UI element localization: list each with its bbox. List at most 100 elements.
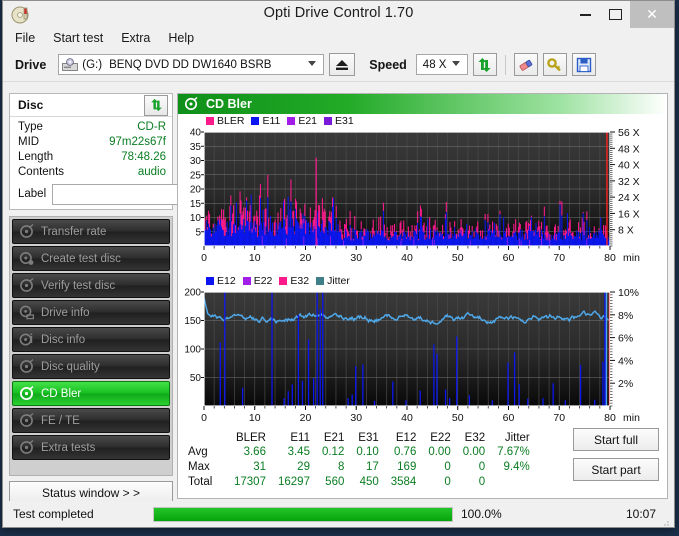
- progress-bar-fill: [154, 507, 452, 521]
- svg-text:24 X: 24 X: [618, 192, 640, 204]
- drive-label: Drive: [15, 57, 47, 72]
- disc-scan-icon: [19, 224, 34, 239]
- disc-row-length-value: 78:48.26: [121, 151, 166, 163]
- svg-text:40 X: 40 X: [618, 160, 640, 172]
- refresh-button[interactable]: [472, 53, 497, 76]
- disc-row-contents-key: Contents: [18, 166, 65, 178]
- legend-label: E22: [253, 275, 273, 287]
- stats-row-label: Total: [188, 476, 213, 488]
- svg-text:4%: 4%: [618, 355, 633, 367]
- stats-cell: 0: [444, 476, 451, 488]
- disc-row-mid: MID 97m22s67f: [18, 135, 166, 150]
- sidebar-item-cd-bler[interactable]: CD Bler: [12, 381, 170, 406]
- drive-select[interactable]: (G:) BENQ DVD DD DW1640 BSRB: [58, 54, 325, 75]
- disc-row-length-key: Length: [18, 151, 54, 163]
- svg-text:20: 20: [300, 412, 312, 424]
- action-buttons: Start full Start part: [573, 428, 659, 488]
- stats-cell: 17: [365, 461, 379, 473]
- stats-cell: 0: [444, 461, 451, 473]
- svg-text:40: 40: [190, 128, 202, 139]
- legend-item-e32: E32: [279, 275, 309, 287]
- sidebar-item-create-test-disc[interactable]: Create test disc: [12, 246, 170, 271]
- minimize-icon: [579, 13, 591, 16]
- sidebar-item-fe-te[interactable]: FE / TE: [12, 408, 170, 433]
- legend-label: E12: [217, 275, 236, 287]
- svg-text:50: 50: [452, 252, 464, 264]
- svg-text:0: 0: [201, 252, 207, 264]
- start-full-button[interactable]: Start full: [573, 428, 659, 451]
- legend-item-e22: E22: [242, 275, 273, 287]
- sidebar-item-disc-info[interactable]: Disc info: [12, 327, 170, 352]
- svg-text:15: 15: [190, 199, 202, 210]
- key-button[interactable]: [542, 53, 567, 76]
- menu-help[interactable]: Help: [168, 31, 194, 45]
- disc-refresh-button[interactable]: [144, 94, 168, 116]
- sidebar-item-drive-info[interactable]: Drive info: [12, 300, 170, 325]
- svg-text:56 X: 56 X: [618, 128, 640, 139]
- disc-bler-icon: [19, 386, 34, 401]
- sidebar-item-verify-test-disc[interactable]: Verify test disc: [12, 273, 170, 298]
- sidebar-item-extra-tests[interactable]: Extra tests: [12, 435, 170, 460]
- disc-extra-icon: [19, 440, 34, 455]
- content-panel: CD Bler BLER E11 E21 E31 5 10 15 20 25 3…: [177, 93, 668, 499]
- svg-text:70: 70: [553, 412, 565, 424]
- svg-text:60: 60: [503, 412, 515, 424]
- drive-info-icon: [19, 305, 35, 320]
- sidebar-item-label: Drive info: [41, 306, 90, 319]
- sidebar: Disc Type CD-R MID 97m22s67f Length 78:4…: [9, 93, 260, 505]
- menu-extra[interactable]: Extra: [121, 31, 150, 45]
- svg-text:min: min: [623, 412, 640, 424]
- svg-text:16 X: 16 X: [618, 208, 640, 220]
- legend-swatch-e22: [242, 277, 251, 285]
- stats-col-jitter: Jitter: [504, 432, 530, 444]
- svg-text:10: 10: [190, 213, 202, 224]
- svg-text:30: 30: [350, 412, 362, 424]
- disc-label-row: Label: [18, 183, 260, 205]
- eject-icon: [336, 59, 349, 70]
- elapsed-time: 10:07: [625, 507, 656, 521]
- stats-cell: 0: [478, 461, 486, 473]
- start-part-label: Start part: [591, 462, 641, 477]
- disc-row-type-value: CD-R: [137, 121, 166, 133]
- speed-select[interactable]: 48 X: [415, 54, 468, 75]
- stats-cell: 560: [325, 476, 345, 488]
- legend-label: E11: [262, 115, 281, 127]
- sidebar-item-disc-quality[interactable]: Disc quality: [12, 354, 170, 379]
- stats-cell: 0: [478, 476, 486, 488]
- svg-text:0: 0: [201, 412, 207, 424]
- chart-top-svg: 5 10 15 20 25 30 35 40 0 10 20 30 40 50 60 70 80 min 8 X 16…: [190, 127, 640, 264]
- erase-button[interactable]: [513, 53, 538, 76]
- svg-text:25: 25: [190, 170, 202, 181]
- speed-label: Speed: [369, 57, 407, 72]
- disc-info-rows: Type CD-R MID 97m22s67f Length 78:48.26 …: [10, 117, 260, 209]
- drive-letter: (G:): [82, 58, 103, 71]
- sidebar-item-label: Transfer rate: [41, 225, 107, 238]
- close-button[interactable]: ✕: [630, 1, 674, 28]
- svg-text:40: 40: [401, 252, 413, 264]
- chevron-down-icon: [451, 61, 460, 66]
- menu-file[interactable]: File: [15, 31, 35, 45]
- chart-bottom-svg: 50 100 150 200 0 10 20 30 40 50 60 70 80 min 2% 4% 6% 8% 1…: [184, 287, 640, 424]
- legend-swatch-e32: [279, 277, 288, 285]
- stats-corner: [182, 432, 228, 445]
- panel-title: CD Bler: [206, 97, 252, 111]
- disc-panel-title: Disc: [18, 98, 44, 112]
- sidebar-item-label: Extra tests: [41, 441, 96, 454]
- maximize-button[interactable]: [600, 1, 630, 28]
- disc-row-type-key: Type: [18, 121, 43, 133]
- eject-button[interactable]: [329, 53, 356, 76]
- application-window: Opti Drive Control 1.70 ✕ File Start tes…: [2, 0, 675, 528]
- menu-start-test[interactable]: Start test: [53, 31, 103, 45]
- sidebar-item-transfer-rate[interactable]: Transfer rate: [12, 219, 170, 244]
- menu-bar: File Start test Extra Help: [3, 28, 674, 48]
- stats-col-e31: E31: [358, 432, 379, 444]
- minimize-button[interactable]: [570, 1, 600, 28]
- save-button[interactable]: [571, 53, 596, 76]
- disc-row-type: Type CD-R: [18, 120, 166, 135]
- svg-text:40: 40: [401, 412, 413, 424]
- disc-label-key: Label: [18, 188, 47, 200]
- start-part-button[interactable]: Start part: [573, 458, 659, 481]
- legend-label: E21: [298, 115, 318, 127]
- resize-grip[interactable]: [660, 514, 670, 526]
- sidebar-item-label: FE / TE: [41, 414, 80, 427]
